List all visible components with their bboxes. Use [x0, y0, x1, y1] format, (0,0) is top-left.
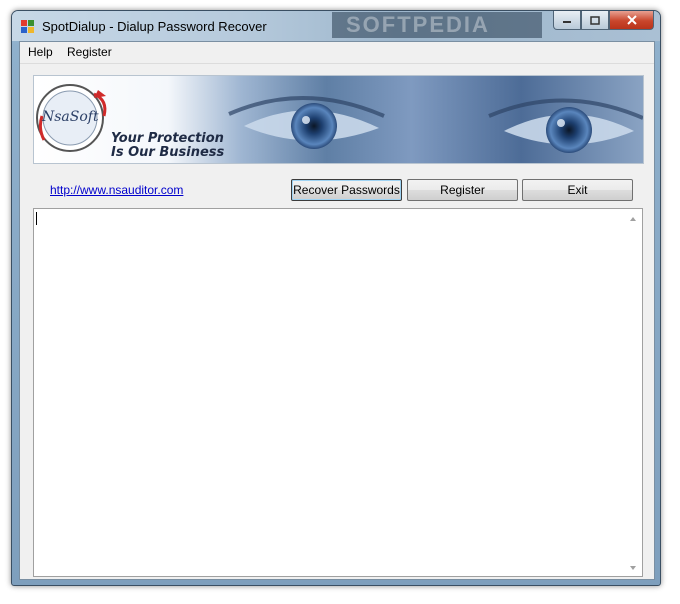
minimize-button[interactable] [553, 11, 581, 30]
minimize-icon [563, 21, 571, 23]
app-icon [21, 20, 34, 33]
menu-help[interactable]: Help [28, 45, 53, 59]
close-button[interactable] [609, 11, 654, 30]
window-title: SpotDialup - Dialup Password Recover [42, 19, 267, 34]
output-textarea[interactable] [33, 208, 643, 577]
client-area: Help Register NsaSoft Your Protection Is… [19, 41, 655, 580]
maximize-icon [590, 15, 600, 25]
title-bar[interactable]: SpotDialup - Dialup Password Recover SOF… [12, 11, 660, 41]
watermark: SOFTPEDIA [332, 12, 542, 38]
slogan: Your Protection Is Our Business [111, 132, 224, 160]
register-button[interactable]: Register [407, 179, 518, 201]
website-link[interactable]: http://www.nsauditor.com [50, 183, 183, 197]
logo-text: NsaSoft [42, 109, 99, 125]
banner-image: NsaSoft Your Protection Is Our Business [33, 75, 644, 164]
scroll-up-arrow-icon[interactable] [630, 217, 636, 221]
menu-bar: Help Register [20, 42, 654, 64]
scroll-down-arrow-icon[interactable] [630, 566, 636, 570]
maximize-button[interactable] [581, 11, 609, 30]
recover-passwords-button[interactable]: Recover Passwords [291, 179, 402, 201]
text-caret [36, 212, 37, 225]
vertical-scrollbar[interactable] [625, 209, 642, 576]
slogan-line-2: Is Our Business [111, 145, 225, 160]
app-window: SpotDialup - Dialup Password Recover SOF… [11, 10, 661, 586]
slogan-line-1: Your Protection [111, 131, 224, 146]
close-icon [626, 15, 637, 25]
menu-register[interactable]: Register [67, 45, 112, 59]
exit-button[interactable]: Exit [522, 179, 633, 201]
